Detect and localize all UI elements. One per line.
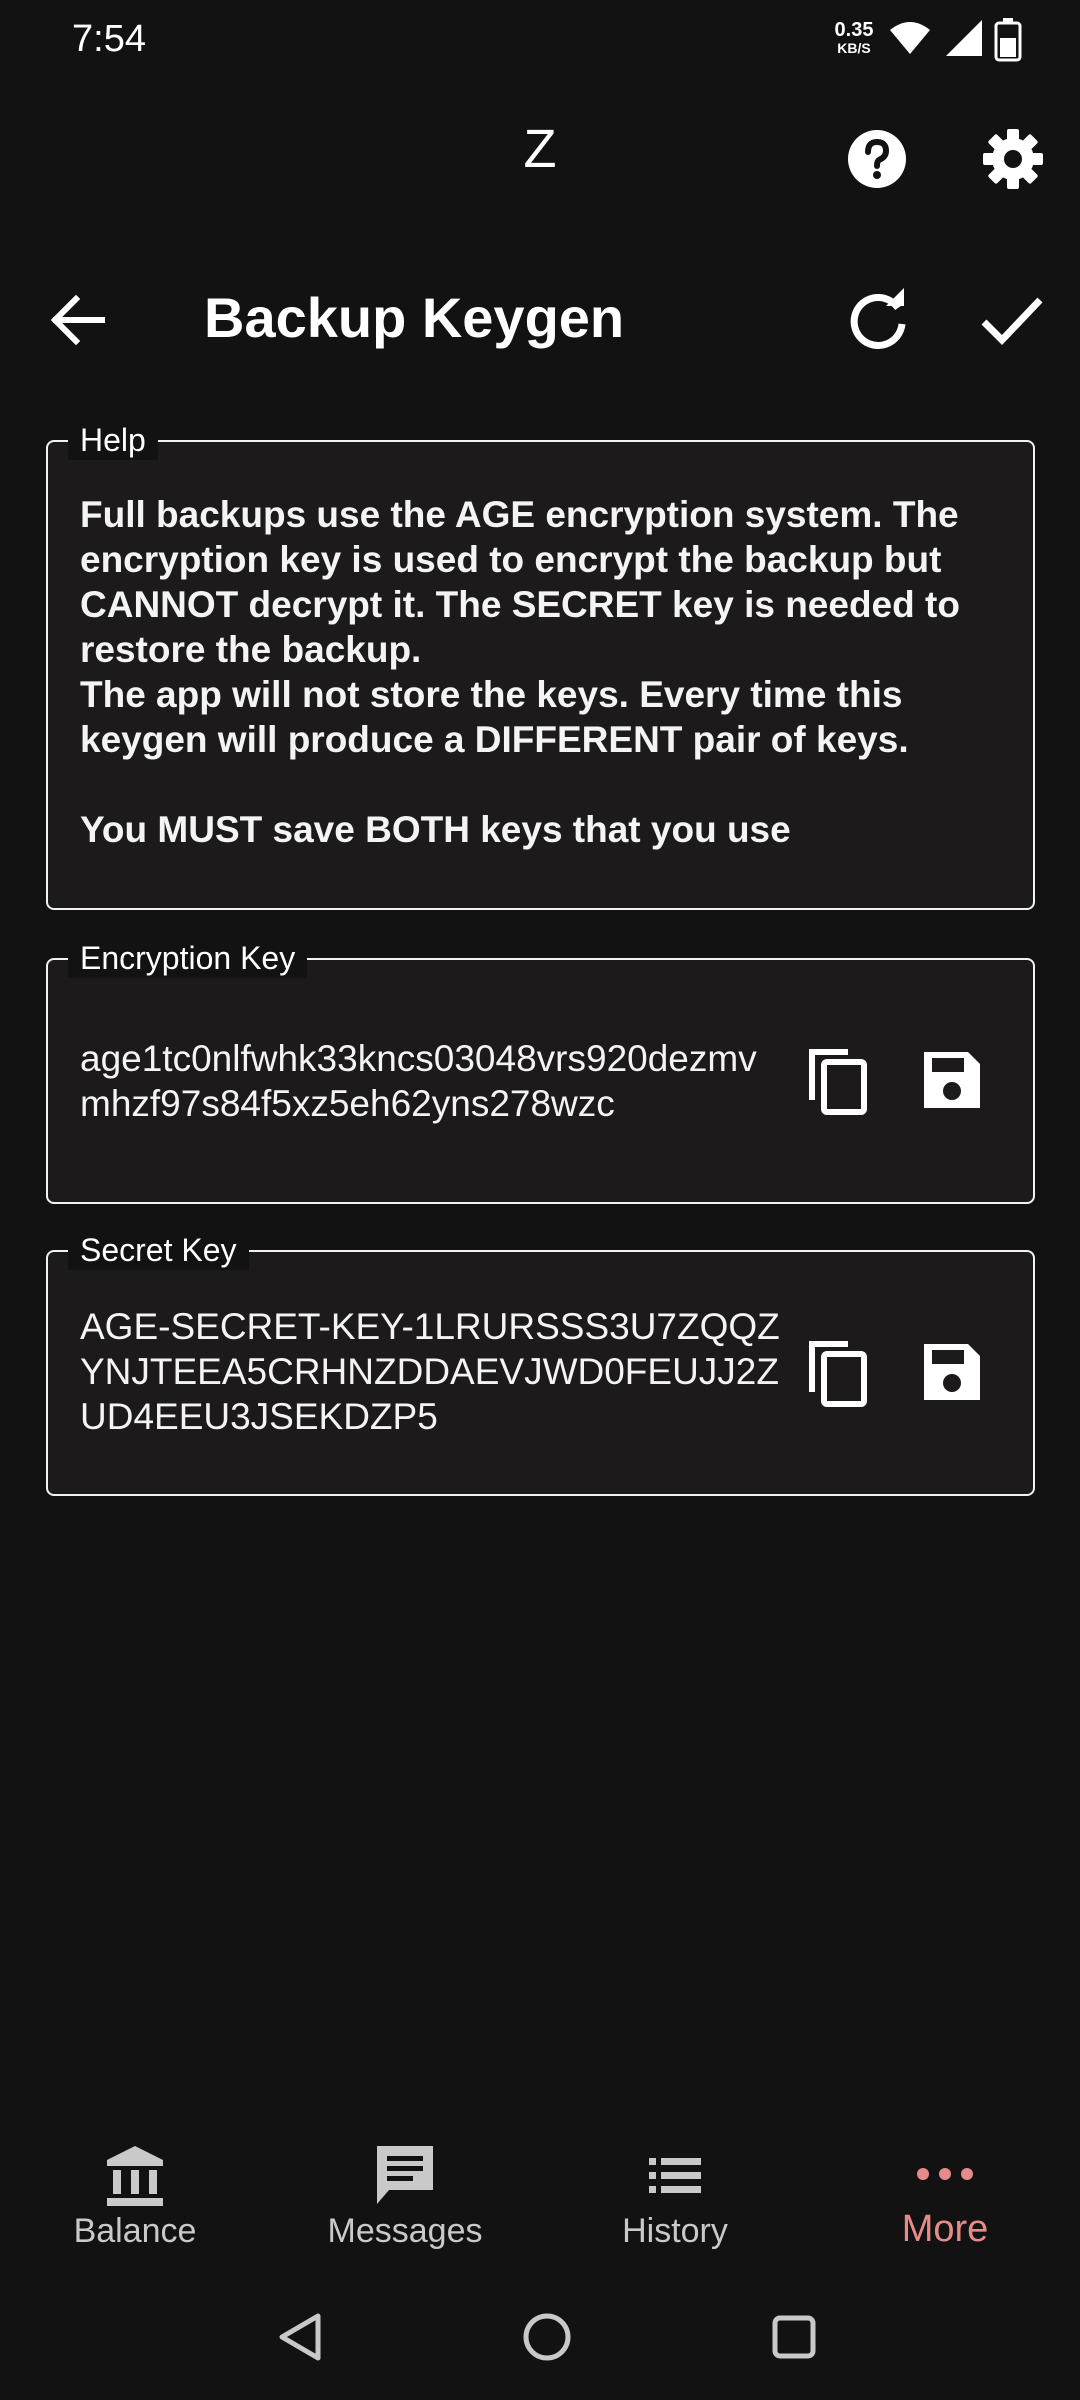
status-bar: 7:54 0.35 KB/S [0, 0, 1080, 80]
system-nav [0, 2290, 1080, 2380]
bottom-nav: Balance Messages History More [0, 2120, 1080, 2280]
check-icon[interactable] [974, 282, 1050, 358]
encryption-key-value[interactable]: age1tc0nlfwhk33kncs03048vrs920dezmvmhzf9… [80, 1036, 780, 1126]
more-dots-icon [917, 2168, 973, 2180]
nav-label-balance: Balance [73, 2212, 197, 2250]
system-back-icon[interactable] [266, 2302, 336, 2372]
nav-item-balance[interactable]: Balance [0, 2120, 270, 2280]
signal-icon [946, 20, 982, 56]
help-legend: Help [68, 420, 158, 460]
message-icon [377, 2146, 433, 2204]
help-text: Full backups use the AGE encryption syst… [80, 494, 960, 850]
nav-label-messages: Messages [327, 2212, 483, 2250]
secret-key-card: Secret Key AGE-SECRET-KEY-1LRURSSS3U7ZQQ… [46, 1230, 1035, 1496]
copy-icon[interactable] [800, 1334, 876, 1410]
back-arrow-icon[interactable] [44, 286, 112, 354]
nav-label-history: History [622, 2212, 728, 2250]
help-icon[interactable] [846, 128, 908, 190]
network-speed-value: 0.35 [834, 19, 874, 41]
nav-label-more: More [901, 2208, 989, 2250]
page-title: Backup Keygen [204, 286, 625, 349]
battery-icon [994, 18, 1022, 62]
status-time: 7:54 [72, 18, 146, 60]
settings-icon[interactable] [982, 128, 1044, 190]
network-speed: 0.35 KB/S [826, 20, 882, 56]
save-icon[interactable] [914, 1334, 990, 1410]
bank-icon [107, 2146, 163, 2206]
app-title: Z [523, 119, 557, 179]
help-card: Help Full backups use the AGE encryption… [46, 420, 1035, 910]
header-row: Backup Keygen [0, 270, 1080, 370]
wifi-icon [890, 22, 930, 54]
secret-key-value[interactable]: AGE-SECRET-KEY-1LRURSSS3U7ZQQZYNJTEEA5CR… [80, 1304, 780, 1439]
encryption-key-card: Encryption Key age1tc0nlfwhk33kncs03048v… [46, 938, 1035, 1204]
encryption-key-legend: Encryption Key [68, 938, 308, 978]
nav-item-messages[interactable]: Messages [270, 2120, 540, 2280]
save-icon[interactable] [914, 1042, 990, 1118]
refresh-icon[interactable] [840, 282, 916, 358]
list-icon [649, 2158, 701, 2193]
secret-key-legend: Secret Key [68, 1230, 249, 1270]
system-recents-icon[interactable] [759, 2302, 829, 2372]
network-speed-unit: KB/S [837, 40, 871, 56]
system-home-icon[interactable] [512, 2302, 582, 2372]
nav-item-more[interactable]: More [810, 2120, 1080, 2280]
copy-icon[interactable] [800, 1042, 876, 1118]
nav-item-history[interactable]: History [540, 2120, 810, 2280]
